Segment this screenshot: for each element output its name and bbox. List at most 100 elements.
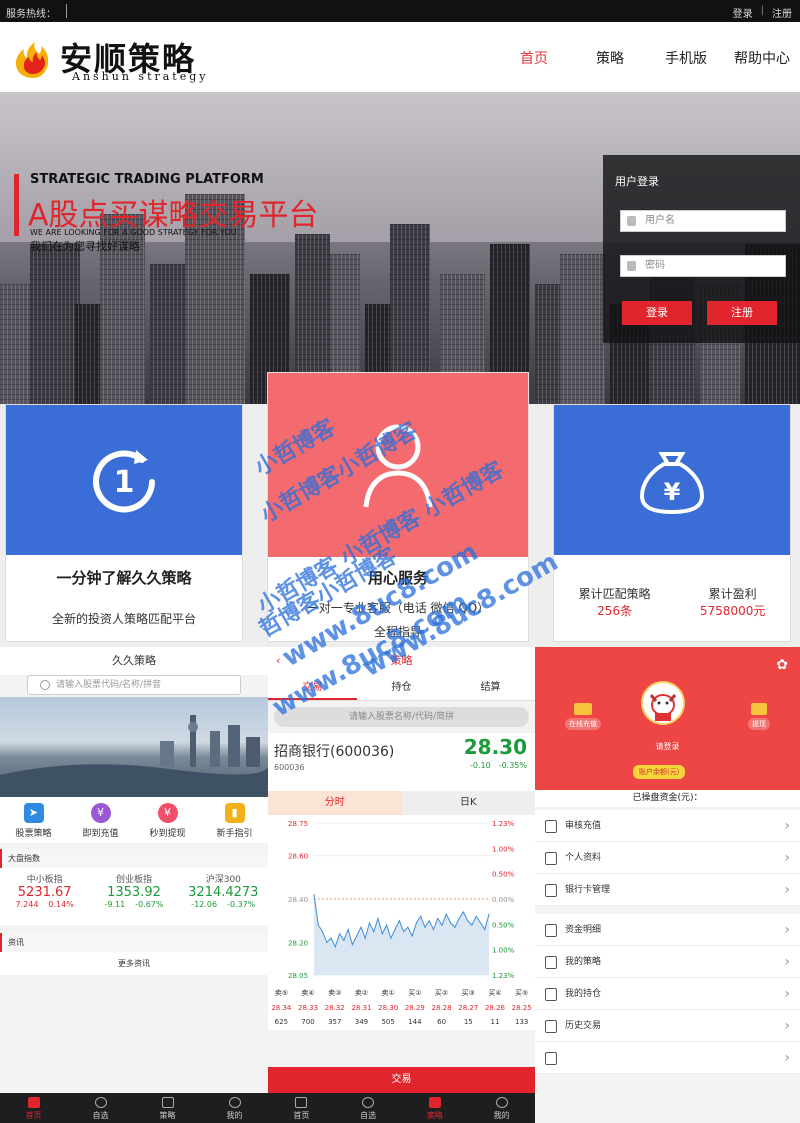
menu-audit-recharge[interactable]: 审核充值 bbox=[535, 810, 800, 842]
depth-cell: 15 bbox=[463, 1018, 473, 1026]
depth-cell: 28.32 bbox=[324, 1004, 345, 1012]
login-panel: 用户登录 用户名 密码 登录 注册 bbox=[603, 155, 800, 343]
price-point bbox=[398, 920, 400, 922]
login-button[interactable]: 登录 bbox=[622, 301, 692, 325]
menu-my-position[interactable]: 我的持仓 bbox=[535, 978, 800, 1010]
price-point bbox=[458, 917, 460, 920]
nav-mobile[interactable]: 手机版 bbox=[648, 48, 724, 68]
recharge-icon: ¥ bbox=[90, 803, 111, 823]
menu-bank-card[interactable]: 银行卡管理 bbox=[535, 874, 800, 906]
tab-position[interactable]: 持仓 bbox=[357, 675, 446, 700]
tab-daily-k[interactable]: 日K bbox=[401, 791, 535, 815]
user-icon bbox=[228, 1097, 241, 1108]
tab-label: 策略 bbox=[426, 1111, 443, 1120]
depth-prices-row: 28.34 28.33 28.32 28.31 28.30 28.29 28.28 28.27… bbox=[268, 1001, 535, 1015]
index-row: 中小板指 5231.67 7.244 0.14% 创业板指 1353.92 -9.11 -0… bbox=[0, 868, 268, 913]
bull-mascot-icon bbox=[649, 694, 677, 721]
settings-gear-icon[interactable]: ✿ bbox=[776, 657, 788, 673]
quick-stock-strategy[interactable]: ➤ 股票策略 bbox=[0, 797, 67, 843]
y-tick-label: 28.75 bbox=[288, 820, 308, 828]
tab-watchlist[interactable]: 自选 bbox=[67, 1093, 134, 1123]
nav-home[interactable]: 首页 bbox=[496, 48, 572, 68]
depth-cell: 卖④ bbox=[301, 989, 315, 997]
depth-volumes-row: 625 700 357 349 505 144 60 15 11 133 bbox=[268, 1015, 535, 1029]
price-point bbox=[488, 913, 490, 915]
menu-more[interactable] bbox=[535, 1042, 800, 1074]
depth-cell: 11 bbox=[490, 1018, 500, 1026]
price-point bbox=[356, 935, 358, 937]
index-item[interactable]: 中小板指 5231.67 7.244 0.14% bbox=[0, 872, 89, 909]
feature-card-header bbox=[268, 373, 528, 557]
depth-cell: 700 bbox=[301, 1018, 315, 1026]
price-point bbox=[321, 930, 324, 933]
strategy-icon: ➤ bbox=[23, 803, 44, 823]
price-point bbox=[471, 924, 473, 926]
feature-desc-2: 全程指导 bbox=[373, 625, 422, 639]
hero-accent-bar bbox=[14, 174, 19, 236]
y-tick-label: 28.40 bbox=[288, 896, 308, 904]
tab-settlement[interactable]: 结算 bbox=[446, 675, 535, 700]
index-item[interactable]: 沪深300 3214.4273 -12.06 -0.37% bbox=[179, 872, 268, 909]
password-input[interactable]: 密码 bbox=[620, 255, 786, 277]
tab-trade[interactable]: 交易 bbox=[268, 675, 357, 700]
tab-mine[interactable]: 我的 bbox=[468, 1093, 535, 1123]
index-item[interactable]: 创业板指 1353.92 -9.11 -0.67% bbox=[89, 872, 178, 909]
price-point bbox=[390, 937, 392, 939]
price-point bbox=[445, 913, 447, 915]
tab-strategy[interactable]: 策略 bbox=[402, 1093, 469, 1123]
balance-badge: 账户余额(元) bbox=[633, 765, 686, 779]
quick-withdraw[interactable]: ¥ 秒到提现 bbox=[134, 797, 201, 843]
price-point bbox=[428, 920, 430, 922]
feature-card-service[interactable]: 用心服务 一对一专业客服（电话 微信 QQ） 全程指导 bbox=[267, 372, 529, 642]
depth-cell: 卖⑤ bbox=[274, 989, 288, 997]
back-arrow-icon[interactable]: ‹ bbox=[276, 647, 280, 675]
price-point bbox=[420, 915, 422, 917]
tab-label: 自选 bbox=[360, 1111, 377, 1120]
avatar[interactable] bbox=[641, 681, 685, 725]
tab-home[interactable]: 首页 bbox=[0, 1093, 67, 1123]
quick-actions: ➤ 股票策略 ¥ 即到充值 ¥ 秒到提现 ▮ 新手指引 bbox=[0, 797, 268, 843]
login-prompt[interactable]: 请登录 bbox=[535, 741, 800, 752]
stat-value: 5758000元 bbox=[699, 604, 766, 618]
menu-my-strategy[interactable]: 我的策略 bbox=[535, 946, 800, 978]
mobile-strategy-screen: ‹ 策略 交易 持仓 结算 请输入股票名称/代码/简拼 招商银行(600036)… bbox=[268, 647, 535, 1123]
building bbox=[150, 264, 185, 404]
nav-help[interactable]: 帮助中心 bbox=[724, 48, 800, 68]
price-point bbox=[381, 933, 383, 935]
menu-fund-detail[interactable]: 资金明细 bbox=[535, 914, 800, 946]
tab-mine[interactable]: 我的 bbox=[201, 1093, 268, 1123]
username-placeholder: 用户名 bbox=[645, 215, 675, 226]
quick-guide[interactable]: ▮ 新手指引 bbox=[201, 797, 268, 843]
feature-card-intro[interactable]: 1 一分钟了解久久策略 全新的投资人策略匹配平台 bbox=[5, 404, 243, 642]
stock-search-input[interactable]: 请输入股票代码/名称/拼音 bbox=[27, 675, 241, 695]
more-news-link[interactable]: 更多资讯 bbox=[0, 952, 268, 975]
stat-profit: 累计盈利 5758000元 bbox=[700, 585, 765, 619]
menu-history[interactable]: 历史交易 bbox=[535, 1010, 800, 1042]
recharge-entry[interactable]: 在线充值 bbox=[565, 703, 601, 730]
tab-home[interactable]: 首页 bbox=[268, 1093, 335, 1123]
stat-strategies: 累计匹配策略 256条 bbox=[579, 585, 651, 619]
top-login-link[interactable]: 登录 bbox=[733, 5, 753, 20]
nav-strategy[interactable]: 策略 bbox=[572, 48, 648, 68]
guide-icon: ▮ bbox=[224, 803, 245, 823]
price-point bbox=[368, 922, 371, 924]
tab-strategy[interactable]: 策略 bbox=[134, 1093, 201, 1123]
depth-cell: 133 bbox=[514, 1018, 529, 1026]
quick-recharge[interactable]: ¥ 即到充值 bbox=[67, 797, 134, 843]
withdraw-entry[interactable]: 提现 bbox=[748, 703, 770, 730]
trade-button[interactable]: 交易 bbox=[268, 1067, 535, 1093]
register-button[interactable]: 注册 bbox=[707, 301, 777, 325]
depth-cell: 28.28 bbox=[431, 1004, 452, 1012]
username-input[interactable]: 用户名 bbox=[620, 210, 786, 232]
stock-search-input[interactable]: 请输入股票名称/代码/简拼 bbox=[274, 707, 529, 727]
tab-intraday[interactable]: 分时 bbox=[268, 791, 402, 815]
section-header: 大盘指数 bbox=[0, 849, 268, 868]
chart-icon bbox=[161, 1097, 174, 1108]
quick-label: 即到充值 bbox=[82, 829, 119, 839]
top-register-link[interactable]: 注册 bbox=[772, 5, 792, 20]
feature-card-stats[interactable]: ¥ 累计匹配策略 256条 累计盈利 5758000元 bbox=[553, 404, 791, 642]
menu-profile[interactable]: 个人资料 bbox=[535, 842, 800, 874]
tab-watchlist[interactable]: 自选 bbox=[335, 1093, 402, 1123]
tab-label: 我的 bbox=[493, 1111, 510, 1120]
city-banner-image bbox=[0, 697, 268, 797]
